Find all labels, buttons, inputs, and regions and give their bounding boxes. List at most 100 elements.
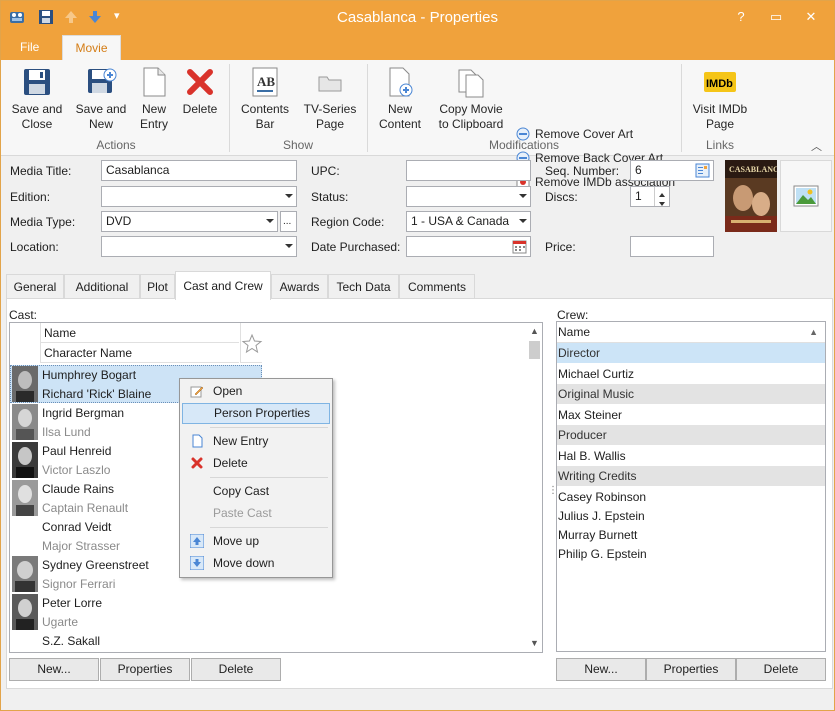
upc-input[interactable] bbox=[406, 160, 531, 181]
label-line-2: Entry bbox=[139, 117, 168, 131]
title-bar: ▾ Casablanca - Properties ? ▭ ✕ bbox=[1, 1, 834, 35]
discs-value: 1 bbox=[635, 189, 642, 203]
cast-character: Ilsa Lund bbox=[42, 425, 91, 439]
cast-scrollbar[interactable]: ▲ ▼ bbox=[526, 323, 542, 652]
cast-properties-button[interactable]: Properties bbox=[100, 658, 190, 681]
collapse-ribbon-icon[interactable]: ︿ bbox=[811, 138, 822, 154]
group-divider bbox=[681, 64, 682, 152]
chevron-down-icon bbox=[285, 194, 293, 198]
modifications-group-label: Modifications bbox=[488, 138, 560, 152]
back-cover-slot[interactable] bbox=[780, 160, 832, 232]
close-button[interactable]: ✕ bbox=[798, 6, 824, 28]
new-content-button[interactable]: New Content bbox=[375, 66, 425, 132]
cast-delete-button[interactable]: Delete bbox=[191, 658, 281, 681]
crew-group-row[interactable]: Original Music bbox=[557, 384, 825, 404]
cast-name: Peter Lorre bbox=[42, 596, 103, 610]
crew-group-row[interactable]: Writing Credits bbox=[557, 466, 825, 486]
crew-person-row[interactable]: Max Steiner bbox=[557, 405, 825, 425]
tab-additional[interactable]: Additional bbox=[64, 274, 140, 299]
restore-button[interactable]: ▭ bbox=[763, 6, 789, 28]
menu-item-move-up[interactable]: Move up bbox=[182, 531, 330, 552]
menu-item-delete[interactable]: Delete bbox=[182, 453, 330, 474]
tab-cast-and-crew[interactable]: Cast and Crew bbox=[175, 271, 271, 300]
crew-group-row[interactable]: Producer bbox=[557, 425, 825, 445]
copy-movie-button[interactable]: Copy Movie to Clipboard bbox=[433, 66, 509, 132]
menu-separator bbox=[210, 427, 328, 428]
cast-new-button[interactable]: New... bbox=[9, 658, 99, 681]
tab-general[interactable]: General bbox=[6, 274, 64, 299]
crew-person-row[interactable]: Hal B. Wallis bbox=[557, 446, 825, 466]
movie-tab[interactable]: Movie bbox=[62, 35, 121, 60]
pencil-icon bbox=[190, 384, 204, 398]
region-code-value: 1 - USA & Canada bbox=[411, 214, 510, 228]
seq-number-input[interactable]: 6 bbox=[630, 160, 714, 181]
scroll-up-icon[interactable]: ▲ bbox=[530, 326, 539, 336]
cast-name-header[interactable]: Name bbox=[40, 323, 239, 343]
properties-window: ▾ Casablanca - Properties ? ▭ ✕ File Mov… bbox=[0, 0, 835, 711]
region-code-combo[interactable]: 1 - USA & Canada bbox=[406, 211, 531, 232]
tab-tech-data[interactable]: Tech Data bbox=[328, 274, 399, 299]
media-type-more-button[interactable]: ... bbox=[280, 211, 297, 232]
save-icon bbox=[21, 66, 53, 98]
new-entry-button[interactable]: New Entry bbox=[134, 66, 174, 132]
menu-item-copy-cast[interactable]: Copy Cast bbox=[182, 481, 330, 502]
cast-character-header[interactable]: Character Name bbox=[40, 343, 239, 363]
delete-button[interactable]: Delete bbox=[179, 66, 221, 117]
help-button[interactable]: ? bbox=[728, 6, 754, 28]
contents-bar-button[interactable]: AB Contents Bar bbox=[239, 66, 291, 132]
save-and-close-button[interactable]: Save and Close bbox=[9, 66, 65, 132]
tab-plot[interactable]: Plot bbox=[140, 274, 175, 299]
menu-separator bbox=[210, 477, 328, 478]
spin-down-icon[interactable] bbox=[654, 196, 669, 206]
label-line-2: Page bbox=[705, 117, 735, 131]
menu-item-paste-cast: Paste Cast bbox=[182, 503, 330, 524]
tab-comments[interactable]: Comments bbox=[399, 274, 475, 299]
media-title-input[interactable]: Casablanca bbox=[101, 160, 297, 181]
media-title-label: Media Title: bbox=[10, 164, 72, 178]
save-and-new-button[interactable]: Save and New bbox=[73, 66, 129, 132]
menu-item-move-down[interactable]: Move down bbox=[182, 553, 330, 574]
crew-list[interactable]: Name ▲ Director Michael Curtiz Original … bbox=[556, 321, 826, 652]
seq-picker-icon[interactable] bbox=[695, 163, 710, 184]
edition-combo[interactable] bbox=[101, 186, 297, 207]
crew-person-row[interactable]: Murray Burnett bbox=[557, 525, 825, 545]
visit-imdb-button[interactable]: IMDb Visit IMDb Page bbox=[691, 66, 749, 132]
location-combo[interactable] bbox=[101, 236, 297, 257]
group-divider bbox=[229, 64, 230, 152]
actor-photo bbox=[12, 404, 38, 440]
label-line-1: Save and bbox=[11, 102, 63, 116]
crew-person-row[interactable]: Casey Robinson bbox=[557, 487, 825, 507]
menu-item-new-entry[interactable]: New Entry bbox=[182, 431, 330, 452]
menu-item-person-properties[interactable]: Person Properties bbox=[182, 403, 330, 424]
imdb-logo-icon: IMDb bbox=[704, 66, 736, 98]
cover-art-image[interactable]: CASABLANCA bbox=[725, 160, 777, 232]
media-type-combo[interactable]: DVD bbox=[101, 211, 278, 232]
crew-person-row[interactable]: Julius J. Epstein bbox=[557, 506, 825, 526]
imdb-logo-text: IMDb bbox=[706, 78, 733, 90]
menu-item-open[interactable]: Open bbox=[182, 381, 330, 402]
price-input[interactable] bbox=[630, 236, 714, 257]
crew-delete-button[interactable]: Delete bbox=[736, 658, 826, 681]
tv-series-page-button[interactable]: TV-Series Page bbox=[301, 66, 359, 132]
calendar-icon[interactable] bbox=[512, 239, 527, 260]
crew-header-label: Name bbox=[558, 325, 591, 339]
crew-group-row[interactable]: Director bbox=[557, 343, 825, 363]
folder-icon bbox=[314, 66, 346, 98]
edition-label: Edition: bbox=[10, 190, 51, 204]
crew-name-header[interactable]: Name ▲ bbox=[557, 322, 825, 343]
favorite-star-icon[interactable] bbox=[240, 323, 263, 363]
crew-person-row[interactable]: Michael Curtiz bbox=[557, 364, 825, 384]
cast-character: Victor Laszlo bbox=[42, 463, 111, 477]
save-new-icon bbox=[85, 66, 117, 98]
crew-new-button[interactable]: New... bbox=[556, 658, 646, 681]
discs-spinner[interactable]: 1 bbox=[630, 186, 670, 207]
crew-properties-button[interactable]: Properties bbox=[646, 658, 736, 681]
date-purchased-input[interactable] bbox=[406, 236, 531, 257]
tab-awards[interactable]: Awards bbox=[271, 274, 328, 299]
scroll-thumb[interactable] bbox=[529, 341, 540, 359]
scroll-down-icon[interactable]: ▼ bbox=[530, 638, 539, 648]
crew-person-row[interactable]: Philip G. Epstein bbox=[557, 544, 825, 564]
file-tab[interactable]: File bbox=[20, 40, 39, 54]
window-title: Casablanca - Properties bbox=[337, 9, 498, 26]
status-combo[interactable] bbox=[406, 186, 531, 207]
